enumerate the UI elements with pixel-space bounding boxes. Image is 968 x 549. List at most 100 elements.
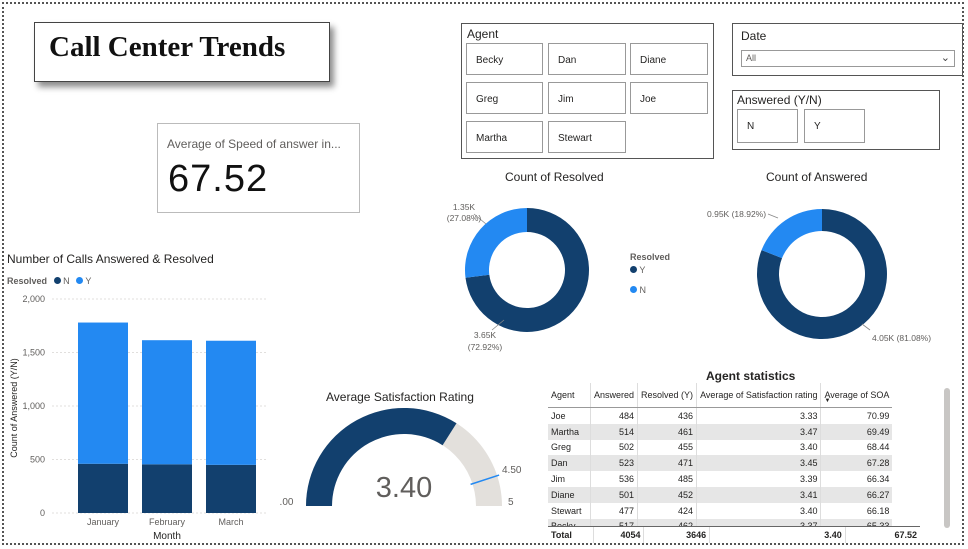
answered-tile-y[interactable]: Y xyxy=(804,109,865,143)
answered-data-label-n: 0.95K (18.92%) xyxy=(707,209,766,219)
table-cell: 3.41 xyxy=(696,486,821,503)
table-row[interactable]: Joe 484 436 3.33 70.99 xyxy=(548,407,893,424)
table-row[interactable]: Martha 514 461 3.47 69.49 xyxy=(548,423,893,440)
table-total-row: Total 4054 3646 3.40 67.52 xyxy=(548,526,920,543)
bar-march-y[interactable] xyxy=(206,340,256,465)
legend-item-n[interactable]: N xyxy=(630,285,670,295)
table-row[interactable]: Stewart 477 424 3.40 66.18 xyxy=(548,502,893,519)
bar-chart-title: Number of Calls Answered & Resolved xyxy=(7,252,214,266)
legend-dot-y xyxy=(630,266,637,273)
table-cell: Dan xyxy=(548,455,591,472)
answered-slicer: Answered (Y/N) N Y xyxy=(732,90,940,150)
table-cell: 68.44 xyxy=(820,439,893,456)
col-header-answered[interactable]: Answered xyxy=(589,383,638,408)
agent-tile-stewart[interactable]: Stewart xyxy=(548,121,626,153)
resolved-data-label-y-pct: (72.92%) xyxy=(468,342,503,352)
table-row[interactable]: Diane 501 452 3.41 66.27 xyxy=(548,486,893,503)
agent-tile-jim[interactable]: Jim xyxy=(548,82,626,114)
bar-legend-dot-y xyxy=(76,277,84,284)
table-total-cell: 3646 xyxy=(643,526,710,543)
table-cell: Martha xyxy=(548,423,591,440)
table-total-cell: 67.52 xyxy=(844,526,920,543)
table-cell: 424 xyxy=(637,502,697,519)
resolved-legend-title: Resolved xyxy=(630,252,671,262)
table-cell: 485 xyxy=(637,471,697,487)
bar-y-tick-label: 1,000 xyxy=(22,401,45,411)
date-dropdown[interactable]: All ⌄ xyxy=(741,50,955,67)
answered-label-leader-y xyxy=(861,323,871,331)
resolved-data-label-y-value: 3.65K xyxy=(474,330,497,340)
table-cell: 69.49 xyxy=(820,423,893,440)
gauge-target-label: 4.50 xyxy=(502,465,522,476)
table-cell: 66.34 xyxy=(820,471,893,487)
table-cell: Jim xyxy=(551,474,565,485)
agent-tile-becky[interactable]: Becky xyxy=(466,43,543,75)
bar-y-axis-title: Count of Answered (Y/N) xyxy=(9,358,19,458)
answered-donut[interactable]: 0.95K (18.92%) 4.05K (81.08%) xyxy=(700,190,950,360)
table-cell: 3.40 xyxy=(696,502,821,519)
answered-tile-n[interactable]: N xyxy=(737,109,798,143)
col-header-agent[interactable]: Agent xyxy=(548,383,591,408)
resolved-data-label-n-value: 1.35K xyxy=(453,202,476,212)
agent-tile-greg[interactable]: Greg xyxy=(466,82,543,114)
bar-january-n[interactable] xyxy=(78,463,128,513)
answered-slice-n[interactable] xyxy=(761,209,822,259)
table-cell: Joe xyxy=(551,410,566,421)
table-row[interactable]: Jim 536 485 3.39 66.34 xyxy=(548,471,893,487)
table-cell: 455 xyxy=(637,439,697,456)
answered-slicer-header: Answered (Y/N) xyxy=(737,93,822,107)
gauge-max-label: 5 xyxy=(508,497,514,508)
bar-series xyxy=(78,322,256,513)
table-cell: 66.18 xyxy=(820,502,893,519)
agent-tile-martha[interactable]: Martha xyxy=(466,121,543,153)
gauge-title: Average Satisfaction Rating xyxy=(326,390,474,404)
table-row[interactable]: Dan 523 471 3.45 67.28 xyxy=(548,455,893,472)
bar-january-y[interactable] xyxy=(78,322,128,464)
col-header-satisfaction[interactable]: Average of Satisfaction rating xyxy=(696,383,821,408)
gauge-value-label: 3.40 xyxy=(376,472,432,504)
agent-slicer-header: Agent xyxy=(467,27,499,41)
bar-x-tick-label: February xyxy=(149,517,186,527)
table-header-row: Agent Answered Resolved (Y) Average of S… xyxy=(548,383,893,408)
col-header-soa[interactable]: Average of SOA ▼ xyxy=(820,383,893,408)
table-row[interactable]: Greg 502 455 3.40 68.44 xyxy=(548,439,893,456)
table-total-cell: 4054 xyxy=(592,526,644,543)
col-header-resolved[interactable]: Resolved (Y) xyxy=(637,383,697,408)
satisfaction-gauge[interactable]: 3.40 0.00 5 4.50 xyxy=(280,405,530,515)
resolved-donut[interactable]: 1.35K (27.08%) 3.65K (72.92%) xyxy=(420,190,630,360)
table-cell: 477 xyxy=(589,502,638,519)
bar-february-y[interactable] xyxy=(142,340,192,465)
resolved-legend: Resolved Y N xyxy=(630,252,670,295)
agent-tile-dan[interactable]: Dan xyxy=(548,43,626,75)
agent-tile-joe[interactable]: Joe xyxy=(630,82,708,114)
bar-y-tick-label: 0 xyxy=(40,508,45,518)
table-cell: 436 xyxy=(637,407,697,424)
bar-x-axis: January February March xyxy=(87,517,244,527)
bar-march-n[interactable] xyxy=(206,464,256,513)
kpi-label: Average of Speed of answer in... xyxy=(167,137,341,151)
legend-label-n: N xyxy=(639,285,647,295)
answered-label-leader-n xyxy=(767,213,779,219)
table-cell: 66.27 xyxy=(820,486,893,503)
bar-legend-label-n: N xyxy=(63,276,70,286)
table-total-cell: Total xyxy=(548,526,593,543)
legend-item-y[interactable]: Y xyxy=(630,265,670,275)
report-title: Call Center Trends xyxy=(49,31,286,63)
kpi-card-speed-of-answer[interactable]: Average of Speed of answer in... 67.52 xyxy=(157,123,360,213)
bar-february-n[interactable] xyxy=(142,464,192,513)
agent-table-container: Agent Answered Resolved (Y) Average of S… xyxy=(548,383,940,541)
bar-legend-title: Resolved xyxy=(7,276,48,286)
table-cell: 3.39 xyxy=(696,471,821,487)
chevron-down-icon: ⌄ xyxy=(940,52,950,64)
bar-x-axis-title: Month xyxy=(153,531,181,542)
table-cell: 452 xyxy=(637,486,697,503)
bar-x-tick-label: March xyxy=(218,517,243,527)
calls-bar-chart[interactable]: 0 500 1,000 1,500 2,000 January February March… xyxy=(0,288,290,546)
table-cell: 501 xyxy=(589,486,638,503)
table-cell: 67.28 xyxy=(820,455,893,472)
table-cell: 523 xyxy=(589,455,638,472)
agent-table-total: Total 4054 3646 3.40 67.52 xyxy=(548,526,920,543)
table-scrollbar[interactable] xyxy=(944,388,950,528)
agent-tile-diane[interactable]: Diane xyxy=(630,43,708,75)
bar-x-tick-label: January xyxy=(87,517,120,527)
